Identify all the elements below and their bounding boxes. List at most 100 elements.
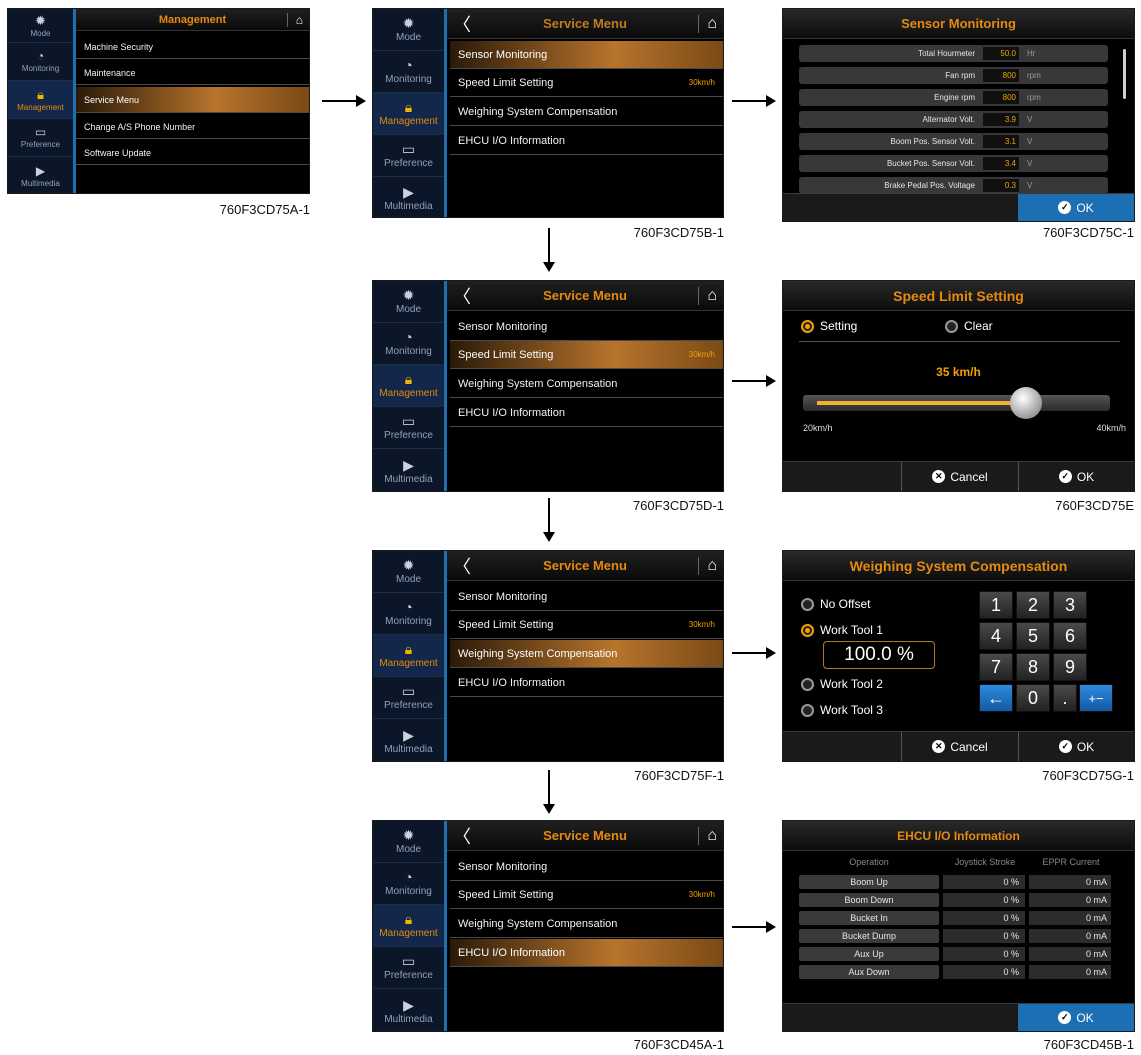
menu-item-speed-limit[interactable]: Speed Limit Setting 30km/h	[450, 881, 723, 909]
menu-item-maintenance[interactable]: Maintenance	[76, 61, 309, 85]
menu-item-sensor-monitoring[interactable]: Sensor Monitoring	[450, 313, 723, 341]
menu-item-ehcu[interactable]: EHCU I/O Information	[450, 669, 723, 697]
monitor-icon: ▭	[34, 125, 47, 139]
menu-item-ehcu[interactable]: EHCU I/O Information	[450, 399, 723, 427]
cancel-button[interactable]: ✕ Cancel	[901, 732, 1018, 761]
home-icon[interactable]: ⌂	[286, 12, 303, 27]
sidebar-item-preference[interactable]: ▭ Preference	[373, 135, 444, 177]
table-row: Aux Up 0 % 0 mA	[799, 947, 1118, 963]
sidebar-item-multimedia[interactable]: ▶ Multimedia	[8, 157, 73, 193]
sidebar-item-preference[interactable]: ▭ Preference	[373, 677, 444, 719]
gear-icon: ✹	[402, 15, 415, 31]
menu-item-sensor-monitoring[interactable]: Sensor Monitoring	[450, 583, 723, 611]
radio-work-tool-3[interactable]: Work Tool 3	[801, 703, 883, 717]
sidebar-item-management[interactable]: 🔒︎ Management	[373, 635, 444, 677]
back-icon[interactable]: 〈	[453, 283, 471, 309]
sidebar-item-preference[interactable]: ▭ Preference	[373, 947, 444, 989]
key-3[interactable]: 3	[1053, 591, 1087, 619]
slider-knob[interactable]	[1010, 387, 1043, 419]
sidebar-item-monitoring[interactable]: ◔ Monitoring	[373, 51, 444, 93]
key-7[interactable]: 7	[979, 653, 1013, 681]
menu-item-machine-security[interactable]: Machine Security	[76, 35, 309, 59]
sidebar-item-preference[interactable]: ▭ Preference	[373, 407, 444, 449]
sidebar-item-management[interactable]: 🔒︎ Management	[373, 365, 444, 407]
menu-item-weighing[interactable]: Weighing System Compensation	[450, 910, 723, 938]
menu-item-ehcu[interactable]: EHCU I/O Information	[450, 939, 723, 967]
sidebar-item-mode[interactable]: ✹ Mode	[373, 281, 444, 323]
menu-item-weighing[interactable]: Weighing System Compensation	[450, 98, 723, 126]
sidebar-item-multimedia[interactable]: ▶ Multimedia	[373, 177, 444, 217]
weighing-screen: Weighing System Compensation No Offset W…	[782, 550, 1135, 762]
key-1[interactable]: 1	[979, 591, 1013, 619]
sidebar-item-monitoring[interactable]: ◔ Monitoring	[373, 863, 444, 905]
back-icon[interactable]: 〈	[453, 553, 471, 579]
ok-button[interactable]: ✓ OK	[1018, 462, 1134, 491]
radio-dot	[801, 319, 814, 333]
sign-key[interactable]: +−	[1079, 684, 1113, 712]
caption-h: 760F3CD45A-1	[633, 1037, 724, 1052]
menu-item-service-menu[interactable]: Service Menu	[76, 87, 309, 113]
sensor-row: Brake Pedal Pos. Voltage 0.3 V	[799, 177, 1108, 194]
lock-icon: 🔒︎	[404, 99, 413, 115]
sidebar-item-multimedia[interactable]: ▶ Multimedia	[373, 449, 444, 491]
ok-button[interactable]: ✓ OK	[1018, 194, 1134, 221]
sensor-row: Total Hourmeter 50.0 Hr	[799, 45, 1108, 62]
key-2[interactable]: 2	[1016, 591, 1050, 619]
menu-item-sensor-monitoring[interactable]: Sensor Monitoring	[450, 41, 723, 69]
caption-i: 760F3CD45B-1	[1043, 1037, 1134, 1052]
backspace-key[interactable]: ←	[979, 684, 1013, 712]
caption-d: 760F3CD75D-1	[632, 498, 724, 513]
key-8[interactable]: 8	[1016, 653, 1050, 681]
menu-item-weighing[interactable]: Weighing System Compensation	[450, 370, 723, 398]
offset-value-field[interactable]: 100.0 %	[823, 641, 935, 669]
sidebar-item-mode[interactable]: ✹ Mode	[373, 9, 444, 51]
home-icon[interactable]: ⌂	[698, 286, 717, 305]
radio-work-tool-1[interactable]: Work Tool 1	[801, 623, 883, 637]
ok-button[interactable]: ✓ OK	[1018, 1004, 1134, 1031]
sidebar-item-monitoring[interactable]: ◔ Monitoring	[8, 43, 73, 81]
sensor-row: Bucket Pos. Sensor Volt. 3.4 V	[799, 155, 1108, 172]
key-6[interactable]: 6	[1053, 622, 1087, 650]
key-5[interactable]: 5	[1016, 622, 1050, 650]
sidebar-item-mode[interactable]: ✹ Mode	[373, 821, 444, 863]
radio-setting[interactable]: Setting	[801, 319, 857, 333]
radio-no-offset[interactable]: No Offset	[801, 597, 870, 611]
menu-item-speed-limit[interactable]: Speed Limit Setting 30km/h	[450, 69, 723, 97]
menu-item-change-phone[interactable]: Change A/S Phone Number	[76, 115, 309, 139]
menu-item-weighing[interactable]: Weighing System Compensation	[450, 640, 723, 668]
menu-item-sensor-monitoring[interactable]: Sensor Monitoring	[450, 853, 723, 881]
menu-item-ehcu[interactable]: EHCU I/O Information	[450, 127, 723, 155]
sidebar-item-monitoring[interactable]: ◔ Monitoring	[373, 323, 444, 365]
menu-item-speed-limit[interactable]: Speed Limit Setting 30km/h	[450, 611, 723, 639]
gauge-icon: ◔	[404, 329, 413, 345]
speed-slider[interactable]	[803, 387, 1110, 419]
home-icon[interactable]: ⌂	[698, 14, 717, 33]
sidebar-item-multimedia[interactable]: ▶ Multimedia	[373, 989, 444, 1031]
back-icon[interactable]: 〈	[453, 11, 471, 37]
sidebar-item-management[interactable]: 🔒︎ Management	[373, 905, 444, 947]
sidebar-item-management[interactable]: 🔒︎ Management	[8, 81, 73, 119]
gauge-icon: ◔	[36, 49, 45, 63]
radio-work-tool-2[interactable]: Work Tool 2	[801, 677, 883, 691]
key-4[interactable]: 4	[979, 622, 1013, 650]
sidebar-item-mode[interactable]: ✹ Mode	[373, 551, 444, 593]
key-9[interactable]: 9	[1053, 653, 1087, 681]
back-icon[interactable]: 〈	[453, 823, 471, 849]
scrollbar[interactable]	[1123, 49, 1126, 99]
key-0[interactable]: 0	[1016, 684, 1050, 712]
radio-clear[interactable]: Clear	[945, 319, 993, 333]
home-icon[interactable]: ⌂	[698, 826, 717, 845]
sidebar-item-monitoring[interactable]: ◔ Monitoring	[373, 593, 444, 635]
cancel-button[interactable]: ✕ Cancel	[901, 462, 1018, 491]
key-decimal[interactable]: .	[1053, 684, 1077, 712]
ehcu-screen: EHCU I/O Information Operation Joystick …	[782, 820, 1135, 1032]
sidebar-item-multimedia[interactable]: ▶ Multimedia	[373, 719, 444, 761]
menu-item-speed-limit[interactable]: Speed Limit Setting 30km/h	[450, 341, 723, 369]
sidebar-item-preference[interactable]: ▭ Preference	[8, 119, 73, 157]
menu-item-software-update[interactable]: Software Update	[76, 141, 309, 165]
sidebar-item-mode[interactable]: ✹ Mode	[8, 9, 73, 43]
home-icon[interactable]: ⌂	[698, 556, 717, 575]
sidebar-item-management[interactable]: 🔒︎ Management	[373, 93, 444, 135]
play-icon: ▶	[403, 456, 414, 473]
ok-button[interactable]: ✓ OK	[1018, 732, 1134, 761]
